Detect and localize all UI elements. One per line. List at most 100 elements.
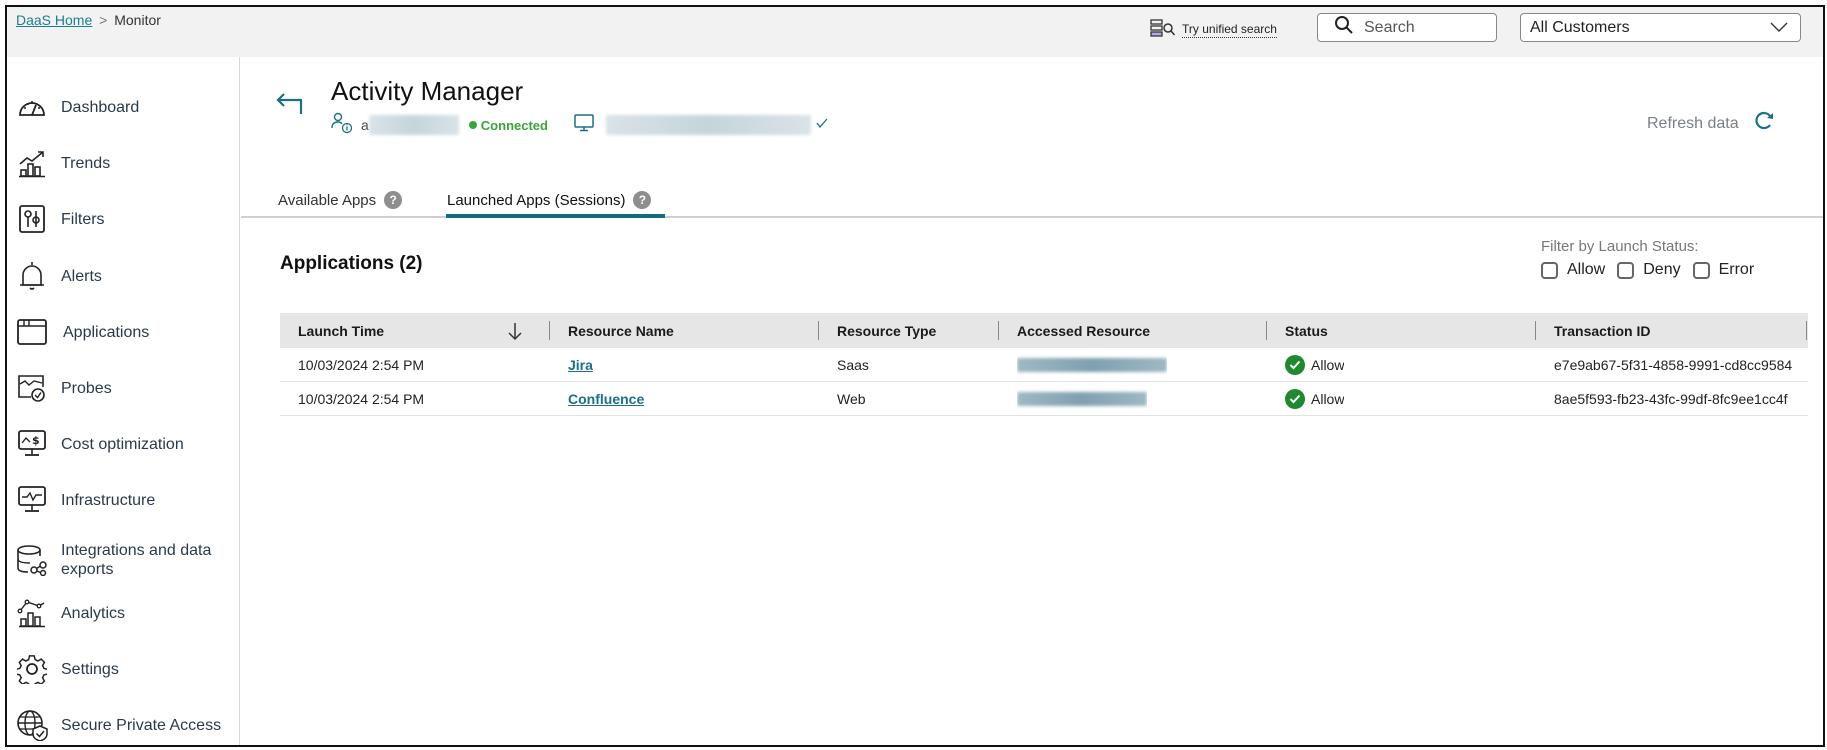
chevron-down-icon <box>1770 19 1788 37</box>
sidebar-item-cost-optimization[interactable]: $ Cost optimization <box>7 424 239 464</box>
sidebar-item-label: Integrations and data exports <box>61 542 212 578</box>
filter-option-label: Deny <box>1643 261 1681 278</box>
analytics-chart-icon <box>16 597 48 629</box>
sidebar-nav: Dashboard Trends Filters Alerts Applicat… <box>7 57 240 745</box>
sidebar-item-label: Secure Private Access <box>61 716 222 734</box>
table-row[interactable]: 10/03/2024 2:54 PM Jira Saas Allow e7e9a… <box>280 348 1808 382</box>
tab-available-apps[interactable]: Available Apps ? <box>278 183 403 217</box>
column-header-launch-time[interactable]: Launch Time <box>298 313 498 348</box>
sidebar-item-dashboard[interactable]: Dashboard <box>7 87 239 127</box>
back-button[interactable] <box>275 93 305 120</box>
sidebar-item-label: Cost optimization <box>61 435 184 453</box>
refresh-icon <box>1753 110 1775 137</box>
accessed-resource-redacted <box>1017 391 1147 406</box>
help-icon[interactable]: ? <box>633 191 652 209</box>
filter-error-checkbox[interactable]: Error <box>1692 261 1754 279</box>
cell-transaction-id: 8ae5f593-fb23-43fc-99df-8fc9ee1cc4f <box>1554 390 1788 407</box>
check-circle-icon <box>1285 354 1305 375</box>
sidebar-item-label: Alerts <box>61 267 102 285</box>
trends-chart-icon <box>16 147 48 179</box>
sidebar-item-label: Dashboard <box>61 98 140 116</box>
filter-allow-checkbox[interactable]: Allow <box>1541 261 1605 279</box>
column-resizer[interactable] <box>1806 321 1807 340</box>
column-header-label: Resource Name <box>568 322 674 339</box>
sidebar-item-label: Settings <box>61 660 119 678</box>
top-bar: DaaS Home > Monitor Try unified search S… <box>7 7 1823 57</box>
sidebar-item-alerts[interactable]: Alerts <box>7 256 239 296</box>
check-circle-icon <box>1285 388 1305 409</box>
cell-status: Allow <box>1285 382 1344 415</box>
checkbox[interactable] <box>1617 261 1635 279</box>
applications-table: Launch Time Resource Name Resource Type … <box>280 313 1808 416</box>
globe-shield-icon <box>16 709 48 741</box>
machine-name-redacted <box>605 115 811 135</box>
accessed-resource-redacted <box>1017 357 1167 372</box>
user-name: a <box>361 117 369 133</box>
column-resizer[interactable] <box>1266 321 1267 340</box>
search-input[interactable]: Search <box>1317 13 1497 42</box>
column-header-status[interactable]: Status <box>1285 313 1328 348</box>
machine-monitor-icon <box>574 113 594 137</box>
table-row[interactable]: 10/03/2024 2:54 PM Confluence Web Allow … <box>280 382 1808 416</box>
database-share-icon <box>16 544 48 576</box>
sidebar-item-infrastructure[interactable]: Infrastructure <box>7 480 239 520</box>
sidebar-item-label: Applications <box>63 323 150 341</box>
sort-descending-icon[interactable] <box>507 321 523 346</box>
unified-search-icon <box>1150 19 1176 40</box>
filter-deny-checkbox[interactable]: Deny <box>1617 261 1681 279</box>
help-icon[interactable]: ? <box>384 191 403 209</box>
column-header-label: Launch Time <box>298 322 385 339</box>
filters-sliders-icon <box>16 203 48 235</box>
column-header-resource-type[interactable]: Resource Type <box>837 313 936 348</box>
search-icon <box>1334 15 1354 40</box>
column-header-resource-name[interactable]: Resource Name <box>568 313 674 348</box>
column-header-accessed-resource[interactable]: Accessed Resource <box>1017 313 1150 348</box>
sidebar-item-integrations[interactable]: Integrations and data exports <box>7 535 239 585</box>
cost-monitor-icon: $ <box>16 428 48 460</box>
status-label: Allow <box>1311 356 1345 373</box>
cell-transaction-id: e7e9ab67-5f31-4858-9991-cd8cc9584 <box>1554 356 1793 373</box>
column-header-transaction-id[interactable]: Transaction ID <box>1554 313 1650 348</box>
bell-icon <box>16 260 48 292</box>
user-name-redacted <box>368 115 459 135</box>
column-header-label: Accessed Resource <box>1017 322 1151 339</box>
column-resizer[interactable] <box>818 321 819 340</box>
tab-label: Available Apps <box>278 191 377 209</box>
refresh-data-button[interactable]: Refresh data <box>1647 110 1775 137</box>
sidebar-item-label: Infrastructure <box>61 491 156 509</box>
sidebar-item-label: Filters <box>61 210 105 228</box>
verified-check-icon <box>815 116 829 134</box>
active-tab-indicator <box>446 214 665 218</box>
sidebar-item-applications[interactable]: Applications <box>7 312 239 352</box>
cell-status: Allow <box>1285 348 1344 381</box>
application-window-icon <box>16 316 48 348</box>
cell-resource-type: Saas <box>837 356 869 373</box>
resource-name-link[interactable]: Jira <box>568 357 593 373</box>
dashboard-gauge-icon <box>16 91 48 123</box>
sidebar-item-settings[interactable]: Settings <box>7 649 239 689</box>
sidebar-item-filters[interactable]: Filters <box>7 199 239 239</box>
checkbox[interactable] <box>1692 261 1710 279</box>
sidebar-item-analytics[interactable]: Analytics <box>7 593 239 633</box>
sidebar-item-probes[interactable]: Probes <box>7 368 239 408</box>
status-label: Allow <box>1311 390 1345 407</box>
cell-launch-time: 10/03/2024 2:54 PM <box>298 356 425 373</box>
resource-name-link[interactable]: Confluence <box>568 391 644 407</box>
unified-search-link[interactable]: Try unified search <box>1150 19 1277 40</box>
breadcrumb-separator: > <box>99 12 108 28</box>
breadcrumb-home-link[interactable]: DaaS Home <box>16 12 92 28</box>
column-resizer[interactable] <box>549 321 550 340</box>
back-arrow-icon <box>275 93 305 119</box>
customer-select[interactable]: All Customers <box>1520 13 1801 42</box>
column-resizer[interactable] <box>1535 321 1536 340</box>
checkbox[interactable] <box>1541 261 1558 279</box>
breadcrumb: DaaS Home > Monitor <box>16 12 161 28</box>
tab-launched-apps[interactable]: Launched Apps (Sessions) ? <box>447 183 652 217</box>
filter-option-label: Allow <box>1567 261 1606 278</box>
sidebar-item-trends[interactable]: Trends <box>7 143 239 183</box>
cell-launch-time: 10/03/2024 2:54 PM <box>298 390 425 407</box>
sidebar-item-secure-private-access[interactable]: Secure Private Access <box>7 705 239 745</box>
customer-select-value: All Customers <box>1530 18 1630 36</box>
applications-heading: Applications (2) <box>280 253 423 274</box>
column-resizer[interactable] <box>998 321 999 340</box>
